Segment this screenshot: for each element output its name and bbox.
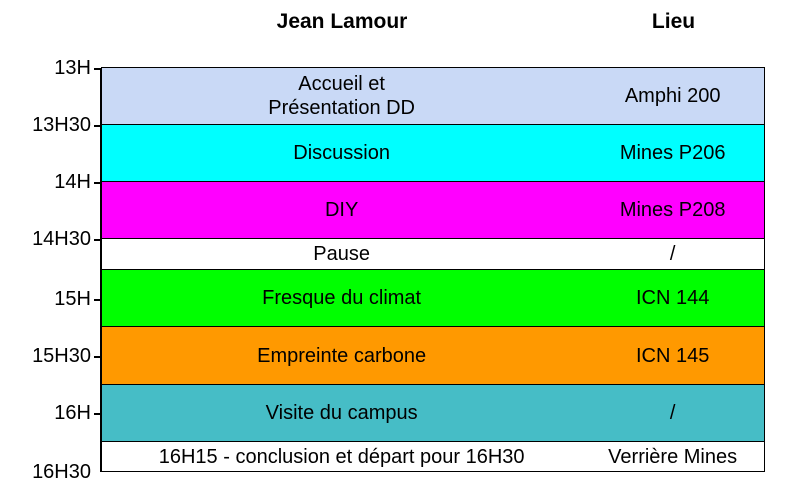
tick-label: 13H30 — [32, 114, 91, 136]
tick-15h — [94, 299, 101, 301]
tick-label: 16H30 — [32, 461, 91, 483]
event-cell: DIY — [324, 199, 359, 221]
event-label: Accueil et — [298, 73, 385, 95]
tick-label: 13H — [54, 57, 91, 79]
place-cell: ICN 144 — [635, 287, 710, 309]
header-event: Jean Lamour — [276, 10, 408, 33]
schedule-row: Visite du campus / — [101, 385, 765, 442]
header-place: Lieu — [651, 10, 696, 33]
tick-13h30 — [94, 125, 101, 127]
schedule-row: Empreinte carbone ICN 145 — [101, 327, 765, 385]
tick-label: 15H — [54, 288, 91, 310]
place-cell: Mines P206 — [619, 142, 726, 164]
place-cell: / — [669, 402, 676, 424]
event-cell: Empreinte carbone — [257, 344, 427, 367]
schedule-row: Pause / — [101, 239, 765, 270]
tick-label: 14H — [54, 171, 91, 193]
schedule-row: Accueil et Présentation DD Amphi 200 — [101, 67, 765, 125]
place-cell: / — [669, 243, 676, 265]
place-cell: Verrière Mines — [608, 445, 738, 468]
place-cell: ICN 145 — [635, 344, 710, 367]
place-cell: Amphi 200 — [624, 85, 721, 107]
tick-16h — [94, 413, 101, 415]
event-cell: Discussion — [293, 142, 390, 164]
place-cell: Mines P208 — [619, 199, 726, 221]
schedule-row: DIY Mines P208 — [101, 182, 765, 239]
tick-14h — [94, 182, 101, 184]
tick-label: 16H — [54, 402, 91, 424]
schedule-row: Discussion Mines P206 — [101, 125, 765, 182]
event-cell: Accueil et Présentation DD — [102, 68, 581, 124]
schedule-row: Fresque du climat ICN 144 — [101, 270, 765, 327]
event-cell: Fresque du climat — [262, 287, 422, 309]
tick-13h — [94, 68, 101, 70]
tick-label: 15H30 — [32, 345, 91, 367]
schedule-row: 16H15 - conclusion et départ pour 16H30 … — [101, 442, 765, 472]
event-label: Présentation DD — [268, 97, 416, 119]
tick-15h30 — [94, 356, 101, 358]
event-cell: Pause — [313, 243, 370, 265]
tick-14h30 — [94, 239, 101, 241]
event-cell: Visite du campus — [265, 402, 418, 424]
event-cell: 16H15 - conclusion et départ pour 16H30 — [158, 445, 525, 468]
tick-label: 14H30 — [32, 228, 91, 250]
